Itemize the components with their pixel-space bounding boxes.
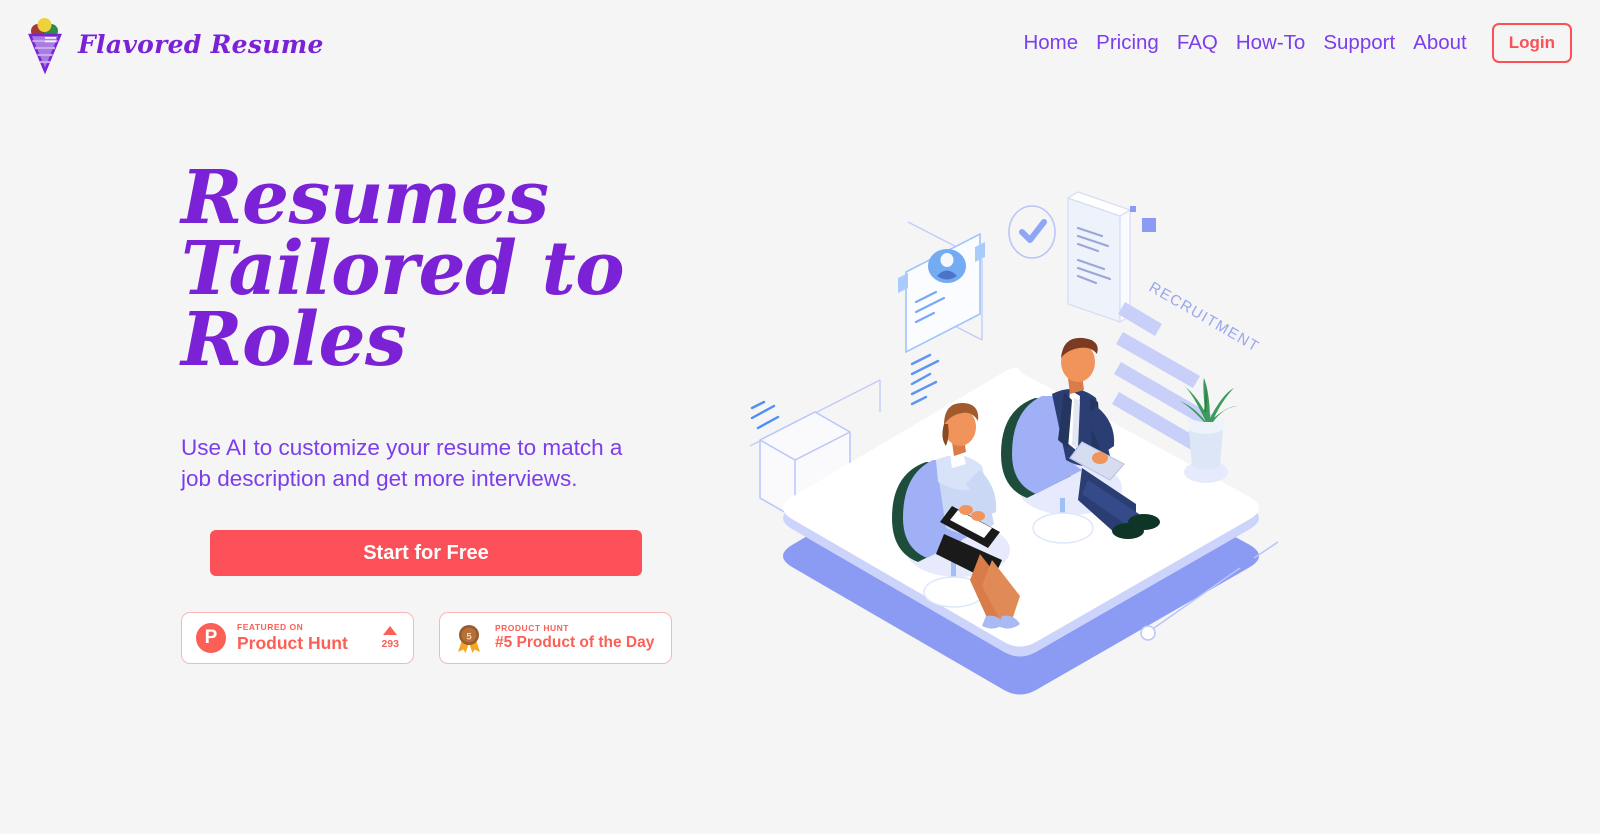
- isometric-recruitment-illustration: RECRUITMENT: [730, 150, 1310, 720]
- decor-square-large: [1142, 218, 1156, 232]
- nav-item-faq[interactable]: FAQ: [1168, 22, 1227, 64]
- nav-item-home[interactable]: Home: [1014, 22, 1087, 64]
- decor-square-small: [1130, 206, 1136, 212]
- bronze-medal-icon: 5: [454, 622, 484, 654]
- upvote-triangle-icon: [383, 626, 398, 636]
- text-lines-decoration: [910, 353, 940, 406]
- product-of-the-day-badge[interactable]: 5 PRODUCT HUNT #5 Product of the Day: [439, 612, 672, 665]
- badge-title: #5 Product of the Day: [495, 634, 655, 652]
- login-button[interactable]: Login: [1491, 23, 1572, 63]
- recruitment-label: RECRUITMENT: [1146, 279, 1262, 356]
- checkmark-circle-icon: [1008, 205, 1056, 259]
- social-proof-badges: P FEATURED ON Product Hunt 293 5 PRODUCT…: [181, 612, 801, 665]
- upvote-count: 293: [381, 638, 399, 651]
- profile-card-icon: [898, 232, 985, 354]
- badge-content: P FEATURED ON Product Hunt: [196, 621, 348, 654]
- nav-item-how-to[interactable]: How-To: [1227, 22, 1315, 64]
- hero-content: Resumes Tailored to Roles Use AI to cust…: [181, 155, 801, 665]
- badge-text: PRODUCT HUNT #5 Product of the Day: [495, 623, 655, 652]
- landing-page: Flavored Resume Home Pricing FAQ How-To …: [0, 0, 1600, 834]
- product-hunt-featured-badge[interactable]: P FEATURED ON Product Hunt 293: [181, 612, 414, 665]
- product-hunt-p-icon: P: [196, 623, 226, 654]
- brand-logo[interactable]: Flavored Resume: [22, 13, 324, 75]
- badge-text: FEATURED ON Product Hunt: [237, 621, 348, 654]
- nav-item-about[interactable]: About: [1404, 22, 1476, 64]
- start-for-free-button[interactable]: Start for Free: [210, 530, 642, 577]
- badge-title: Product Hunt: [237, 633, 348, 654]
- badge-kicker: FEATURED ON: [237, 621, 304, 632]
- nav-item-support[interactable]: Support: [1314, 22, 1404, 64]
- hero-subtitle: Use AI to customize your resume to match…: [181, 435, 623, 492]
- nav-item-pricing[interactable]: Pricing: [1087, 22, 1168, 64]
- badge-kicker: PRODUCT HUNT: [495, 623, 569, 634]
- site-header: Flavored Resume Home Pricing FAQ How-To …: [0, 0, 1600, 88]
- snow-cone-icon: [22, 13, 68, 75]
- brand-name: Flavored Resume: [78, 29, 324, 59]
- envelope-speed-lines: [750, 400, 780, 430]
- document-icon: [1066, 191, 1132, 324]
- upvote-group[interactable]: 293: [381, 626, 399, 650]
- svg-text:5: 5: [466, 632, 472, 643]
- main-navigation: Home Pricing FAQ How-To Support About Lo…: [1014, 22, 1572, 64]
- page-title: Resumes Tailored to Roles: [181, 155, 625, 384]
